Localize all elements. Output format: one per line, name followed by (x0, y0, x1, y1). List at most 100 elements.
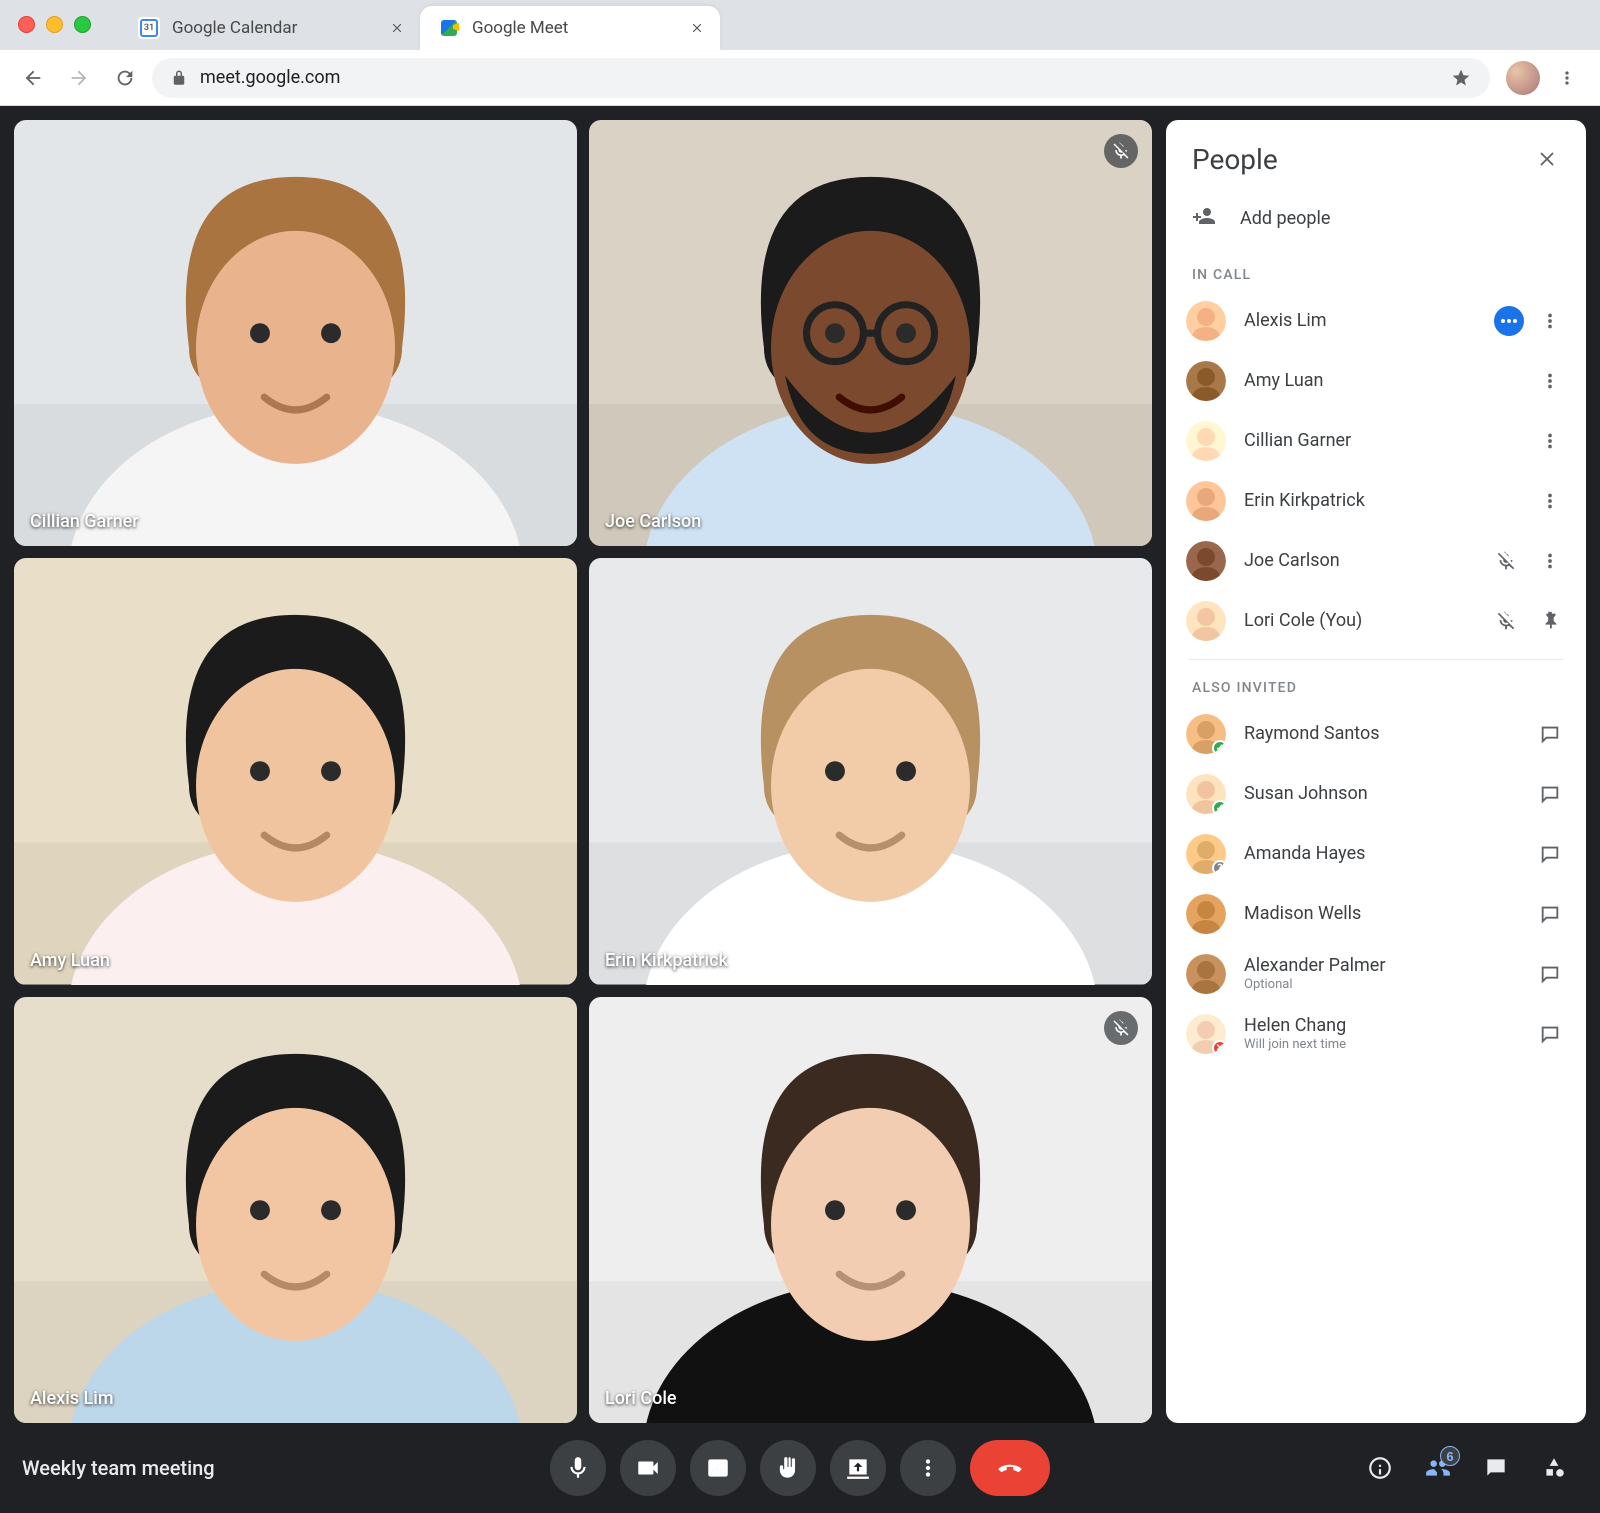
participant-row[interactable]: Amy Luan (1186, 351, 1578, 411)
tile-name-label: Amy Luan (30, 950, 110, 971)
center-controls (550, 1440, 1050, 1496)
participant-name: Cillian Garner (1244, 430, 1514, 452)
add-people-label: Add people (1240, 208, 1330, 229)
avatar (1186, 541, 1226, 581)
mic-toggle-button[interactable] (550, 1440, 606, 1496)
close-panel-button[interactable] (1530, 142, 1564, 176)
participant-row[interactable]: Alexis Lim (1186, 291, 1578, 351)
people-panel: People Add people IN CALL Alexis Lim Amy… (1166, 120, 1586, 1423)
close-tab-icon[interactable] (688, 19, 706, 37)
participant-more-button[interactable] (1532, 543, 1568, 579)
avatar (1186, 421, 1226, 461)
video-tile[interactable]: Alexis Lim (14, 997, 577, 1423)
status-unknown-icon: ? (1212, 860, 1226, 874)
chat-with-button[interactable] (1532, 836, 1568, 872)
section-invited-label: ALSO INVITED (1166, 660, 1586, 704)
meet-app: Cillian Garner Joe Carlson Amy Luan Erin… (0, 106, 1600, 1513)
person-add-icon (1192, 204, 1218, 233)
camera-toggle-button[interactable] (620, 1440, 676, 1496)
chat-with-button[interactable] (1532, 1016, 1568, 1052)
participant-more-button[interactable] (1532, 363, 1568, 399)
chat-with-button[interactable] (1532, 716, 1568, 752)
invited-row[interactable]: ✓ Raymond Santos (1186, 704, 1578, 764)
avatar (1186, 601, 1226, 641)
chat-button[interactable] (1472, 1444, 1520, 1492)
participant-name: Lori Cole (You) (1244, 610, 1470, 632)
muted-icon (1488, 543, 1524, 579)
participant-more-button[interactable] (1532, 483, 1568, 519)
pin-button[interactable] (1532, 603, 1568, 639)
activities-button[interactable] (1530, 1444, 1578, 1492)
more-options-button[interactable] (900, 1440, 956, 1496)
invited-row[interactable]: ? Amanda Hayes (1186, 824, 1578, 884)
participant-more-button[interactable] (1532, 423, 1568, 459)
invited-row[interactable]: ✕ Helen ChangWill join next time (1186, 1004, 1578, 1064)
back-button[interactable] (14, 59, 52, 97)
minimize-window-icon[interactable] (46, 16, 63, 33)
bottom-bar: Weekly team meeting 6 (0, 1423, 1600, 1513)
meeting-name: Weekly team meeting (22, 1456, 215, 1480)
address-bar[interactable]: meet.google.com (152, 58, 1490, 98)
tab-title: Google Meet (472, 18, 688, 38)
participant-row[interactable]: Cillian Garner (1186, 411, 1578, 471)
browser-menu-button[interactable] (1548, 59, 1586, 97)
profile-avatar[interactable] (1506, 61, 1540, 95)
browser-chrome: Google Calendar Google Meet meet.google.… (0, 0, 1600, 106)
raise-hand-button[interactable] (760, 1440, 816, 1496)
lock-icon (170, 69, 188, 87)
window-controls[interactable] (18, 16, 91, 33)
invited-name: Raymond Santos (1244, 723, 1514, 745)
tile-name-label: Alexis Lim (30, 1388, 114, 1409)
video-tile[interactable]: Cillian Garner (14, 120, 577, 546)
chat-with-button[interactable] (1532, 896, 1568, 932)
tab-google-meet[interactable]: Google Meet (420, 6, 720, 50)
video-tile[interactable]: Amy Luan (14, 558, 577, 984)
participant-row[interactable]: Lori Cole (You) (1186, 591, 1578, 651)
zoom-window-icon[interactable] (74, 16, 91, 33)
participant-more-button[interactable] (1532, 303, 1568, 339)
participant-row[interactable]: Erin Kirkpatrick (1186, 471, 1578, 531)
invited-row[interactable]: ✓ Susan Johnson (1186, 764, 1578, 824)
participant-name: Alexis Lim (1244, 310, 1476, 332)
url-text: meet.google.com (200, 67, 340, 88)
browser-toolbar: meet.google.com (0, 50, 1600, 106)
invited-name: Susan Johnson (1244, 783, 1514, 805)
status-accepted-icon: ✓ (1212, 800, 1226, 814)
avatar (1186, 301, 1226, 341)
participant-name: Amy Luan (1244, 370, 1514, 392)
status-declined-icon: ✕ (1212, 1040, 1226, 1054)
invited-subtext: Optional (1244, 977, 1514, 993)
reload-button[interactable] (106, 59, 144, 97)
invited-row[interactable]: Alexander PalmerOptional (1186, 944, 1578, 1004)
meeting-details-button[interactable] (1356, 1444, 1404, 1492)
tab-google-calendar[interactable]: Google Calendar (120, 6, 420, 50)
participant-row[interactable]: Joe Carlson (1186, 531, 1578, 591)
section-in-call-label: IN CALL (1166, 247, 1586, 291)
invited-row[interactable]: Madison Wells (1186, 884, 1578, 944)
forward-button[interactable] (60, 59, 98, 97)
video-tile[interactable]: Joe Carlson (589, 120, 1152, 546)
tile-name-label: Lori Cole (605, 1388, 677, 1409)
calendar-favicon-icon (138, 17, 160, 39)
bookmark-star-icon[interactable] (1450, 68, 1472, 88)
video-tile[interactable]: Lori Cole (589, 997, 1152, 1423)
status-accepted-icon: ✓ (1212, 740, 1226, 754)
right-controls: 6 (1356, 1444, 1578, 1492)
add-people-button[interactable]: Add people (1166, 190, 1586, 247)
close-tab-icon[interactable] (388, 19, 406, 37)
captions-button[interactable] (690, 1440, 746, 1496)
present-button[interactable] (830, 1440, 886, 1496)
people-button[interactable]: 6 (1414, 1444, 1462, 1492)
avatar (1186, 361, 1226, 401)
invited-name: Madison Wells (1244, 903, 1514, 925)
chat-with-button[interactable] (1532, 956, 1568, 992)
tile-name-label: Joe Carlson (605, 511, 701, 532)
video-tile[interactable]: Erin Kirkpatrick (589, 558, 1152, 984)
tile-name-label: Erin Kirkpatrick (605, 950, 728, 971)
tile-name-label: Cillian Garner (30, 511, 139, 532)
chat-with-button[interactable] (1532, 776, 1568, 812)
leave-call-button[interactable] (970, 1440, 1050, 1496)
close-window-icon[interactable] (18, 16, 35, 33)
invited-name: Alexander PalmerOptional (1244, 955, 1514, 992)
avatar: ✓ (1186, 774, 1226, 814)
